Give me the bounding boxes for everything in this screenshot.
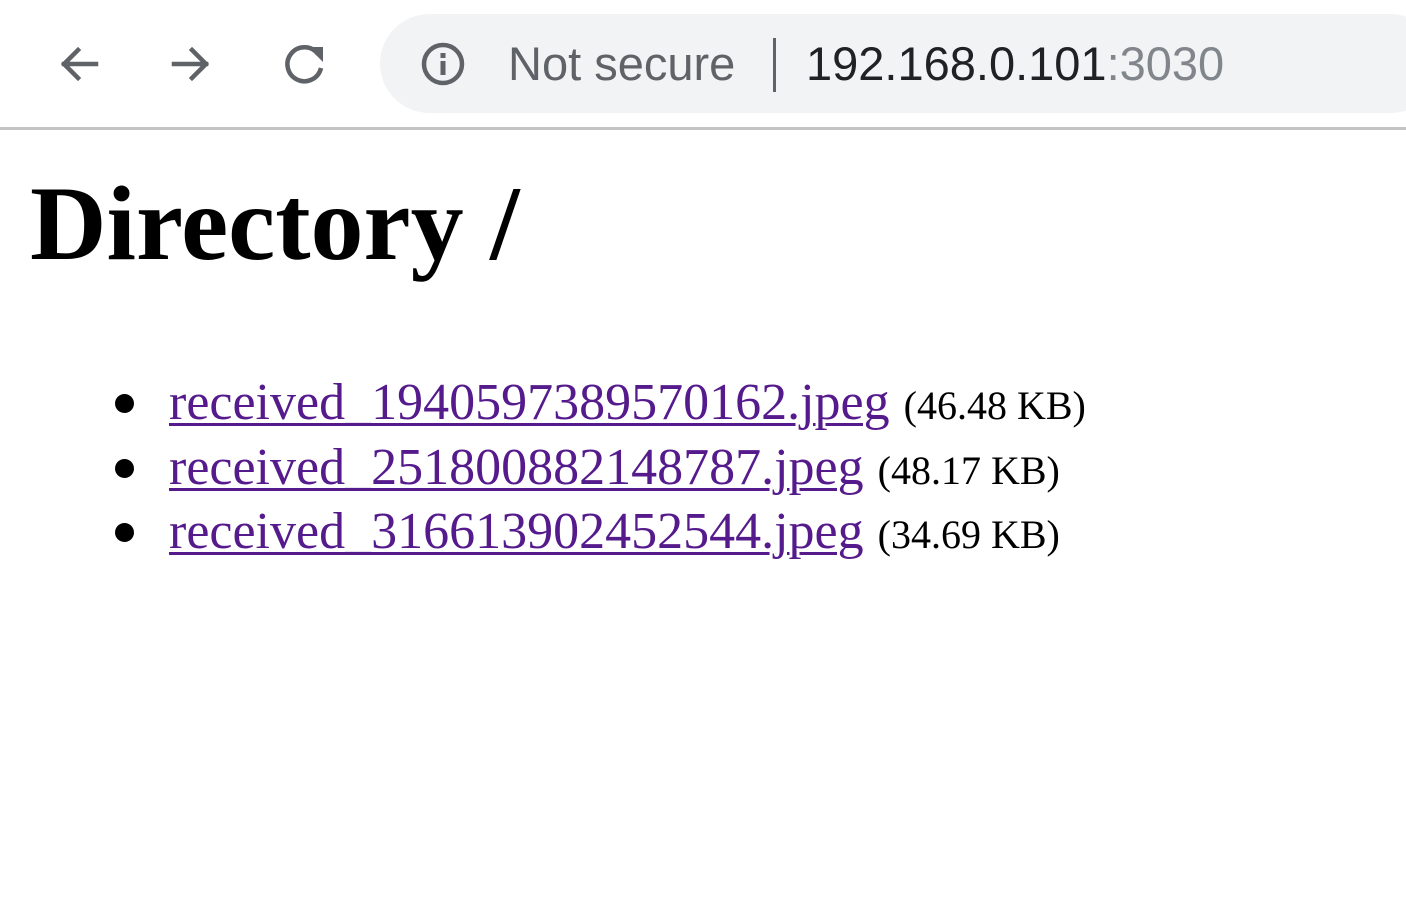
address-bar[interactable]: Not secure 192.168.0.101:3030 (380, 14, 1406, 113)
file-link[interactable]: received_1940597389570162.jpeg (46.48 KB) (169, 371, 1086, 438)
bullet-icon (115, 523, 134, 542)
file-link[interactable]: received_251800882148787.jpeg (48.17 KB) (169, 436, 1060, 503)
arrow-left-icon (54, 39, 104, 89)
info-circle-icon (418, 39, 468, 89)
bullet-icon (115, 458, 134, 478)
url-text[interactable]: 192.168.0.101:3030 (806, 14, 1224, 113)
forward-button[interactable] (159, 32, 223, 96)
arrow-right-icon (166, 39, 216, 89)
back-button[interactable] (47, 32, 111, 96)
url-host: 192.168.0.101 (806, 37, 1107, 90)
file-link[interactable]: received_316613902452544.jpeg (34.69 KB) (169, 500, 1060, 567)
omnibox-divider (773, 38, 776, 92)
security-label: Not secure (508, 37, 736, 90)
browser-toolbar: Not secure 192.168.0.101:3030 (0, 0, 1406, 130)
bullet-icon (115, 394, 134, 413)
reload-button[interactable] (272, 32, 336, 96)
reload-icon (278, 38, 330, 90)
file-name: received_1940597389570162.jpeg (169, 374, 890, 431)
file-size: (46.48 KB) (903, 383, 1086, 428)
file-name: received_316613902452544.jpeg (169, 503, 864, 560)
site-info-button[interactable]: Not secure (418, 14, 735, 113)
url-port: :3030 (1106, 37, 1225, 90)
file-name: received_251800882148787.jpeg (169, 438, 864, 496)
file-size: (48.17 KB) (877, 447, 1060, 493)
page-title: Directory / (30, 165, 520, 282)
file-size: (34.69 KB) (877, 512, 1060, 557)
